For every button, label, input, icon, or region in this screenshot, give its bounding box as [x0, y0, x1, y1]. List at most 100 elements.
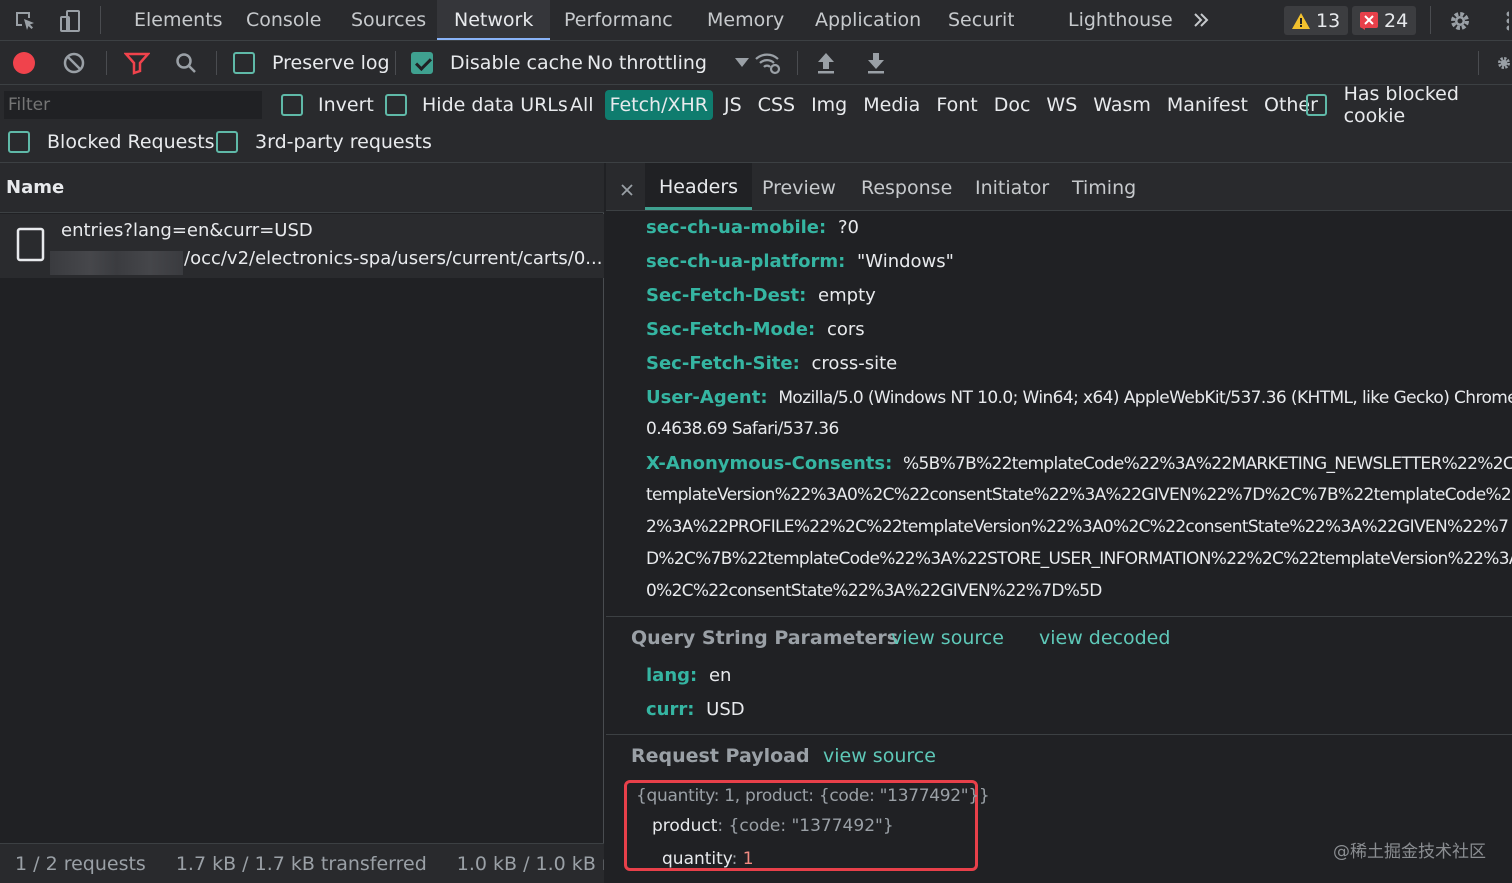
preserve-log-checkbox[interactable]: Preserve log — [233, 41, 390, 85]
payload-quantity-row[interactable]: quantity: 1 — [662, 849, 754, 869]
request-row[interactable]: entries?lang=en&curr=USD /occ/v2/electro… — [0, 214, 604, 278]
has-blocked-cookies-box[interactable] — [1306, 94, 1327, 116]
settings-gear-icon[interactable] — [1447, 8, 1473, 34]
section-divider — [606, 734, 1512, 735]
name-column-header[interactable]: Name — [0, 163, 604, 213]
type-media[interactable]: Media — [858, 90, 925, 120]
clear-icon — [62, 51, 86, 75]
invert-checkbox[interactable]: Invert — [281, 86, 374, 124]
tab-timing[interactable]: Timing — [1072, 163, 1136, 210]
tab-network[interactable]: Network — [437, 0, 551, 40]
throttling-value: No throttling — [587, 52, 707, 74]
query-param-value: en — [708, 665, 732, 686]
tab-response[interactable]: Response — [861, 163, 952, 210]
error-icon — [1360, 11, 1378, 30]
payload-product-value: {code: "1377492"} — [728, 816, 894, 836]
disable-cache-checkbox[interactable]: Disable cache — [411, 41, 583, 85]
third-party-requests-checkbox[interactable]: 3rd-party requests — [216, 123, 432, 161]
blocked-requests-box[interactable] — [8, 131, 30, 153]
network-status-bar: 1 / 2 requests 1.7 kB / 1.7 kB transferr… — [0, 843, 604, 883]
transferred-size: 1.7 kB / 1.7 kB transferred — [175, 852, 427, 875]
preserve-log-box[interactable] — [233, 52, 255, 74]
query-view-source-link[interactable]: view source — [891, 627, 1004, 649]
network-conditions-button[interactable] — [754, 41, 782, 85]
detail-tab-bar: Headers Preview Response Initiator Timin… — [606, 163, 1512, 211]
tab-memory[interactable]: Memory — [707, 0, 784, 40]
record-button[interactable] — [12, 41, 36, 85]
export-har-button[interactable] — [865, 41, 887, 85]
payload-quantity-value: 1 — [742, 849, 754, 869]
request-list-pane: Name entries?lang=en&curr=USD /occ/v2/el… — [0, 163, 604, 883]
import-har-button[interactable] — [815, 41, 837, 85]
header-row: X-Anonymous-Consents: %5B%7B%22templateC… — [646, 453, 1512, 474]
device-toolbar-icon[interactable] — [58, 8, 84, 34]
tab-headers[interactable]: Headers — [645, 163, 753, 210]
tab-elements[interactable]: Elements — [134, 0, 223, 40]
type-img[interactable]: Img — [806, 90, 852, 120]
payload-product-row[interactable]: product: {code: "1377492"} — [652, 816, 894, 836]
errors-count: 24 — [1384, 9, 1409, 32]
blocked-requests-checkbox[interactable]: Blocked Requests — [8, 123, 215, 161]
header-key: Sec-Fetch-Dest: — [646, 285, 807, 306]
hide-data-urls-box[interactable] — [385, 94, 407, 116]
request-count: 1 / 2 requests — [15, 852, 146, 875]
dropdown-arrow-icon — [734, 58, 749, 68]
network-settings-gear-icon[interactable] — [1496, 51, 1512, 75]
payload-summary[interactable]: {quantity: 1, product: {code: "1377492"}… — [636, 786, 990, 806]
header-key: sec-ch-ua-mobile: — [646, 217, 827, 238]
payload-highlight-box: {quantity: 1, product: {code: "1377492"}… — [624, 780, 990, 871]
third-party-requests-box[interactable] — [216, 131, 238, 153]
clear-button[interactable] — [62, 41, 86, 85]
type-fetch-xhr[interactable]: Fetch/XHR — [604, 90, 713, 120]
type-all[interactable]: All — [565, 90, 599, 120]
redacted-host — [50, 251, 183, 275]
filter-input[interactable] — [4, 91, 262, 119]
warnings-badge[interactable]: 13 — [1284, 6, 1349, 35]
query-param-value: USD — [706, 699, 745, 720]
chevrons-right-icon[interactable] — [1190, 9, 1212, 31]
query-params-title[interactable]: Query String Parameters — [631, 627, 898, 649]
tab-sources[interactable]: Sources — [351, 0, 426, 40]
tab-initiator[interactable]: Initiator — [975, 163, 1049, 210]
inspect-element-icon[interactable] — [12, 8, 38, 34]
resource-type-filters: All Fetch/XHR JS CSS Img Media Font Doc … — [565, 86, 1323, 124]
warnings-count: 13 — [1316, 9, 1341, 32]
has-blocked-cookies-checkbox[interactable]: Has blocked cookie — [1306, 83, 1512, 127]
invert-label: Invert — [318, 94, 374, 116]
type-font[interactable]: Font — [931, 90, 982, 120]
tab-console[interactable]: Console — [246, 0, 321, 40]
third-party-requests-label: 3rd-party requests — [255, 131, 432, 153]
watermark: @稀土掘金技术社区 — [1333, 842, 1486, 862]
tab-lighthouse[interactable]: Lighthouse — [1068, 0, 1173, 40]
tab-security[interactable]: Security — [948, 0, 1014, 40]
payload-view-source-link[interactable]: view source — [823, 745, 936, 767]
filter-toggle-button[interactable] — [124, 41, 150, 85]
type-js[interactable]: JS — [719, 90, 747, 120]
wifi-settings-icon — [754, 51, 782, 75]
close-icon[interactable] — [620, 183, 634, 197]
search-icon — [174, 51, 198, 75]
query-view-decoded-link[interactable]: view decoded — [1039, 627, 1170, 649]
disable-cache-box[interactable] — [411, 52, 433, 74]
tab-application[interactable]: Application — [815, 0, 921, 40]
tab-preview[interactable]: Preview — [762, 163, 836, 210]
header-value: empty — [818, 285, 876, 306]
request-payload-title[interactable]: Request Payload — [631, 745, 810, 767]
devtools-tab-bar: Elements Console Sources Network Perform… — [0, 0, 1512, 41]
tab-performance[interactable]: Performance — [564, 0, 672, 40]
type-doc[interactable]: Doc — [989, 90, 1036, 120]
search-button[interactable] — [174, 41, 198, 85]
invert-box[interactable] — [281, 94, 303, 116]
has-blocked-cookies-label: Has blocked cookie — [1343, 83, 1459, 127]
request-detail-pane: Headers Preview Response Initiator Timin… — [606, 163, 1512, 883]
resources-size: 1.0 kB / 1.0 kB resourc — [456, 852, 604, 875]
type-wasm[interactable]: Wasm — [1088, 90, 1156, 120]
more-menu-icon[interactable] — [1500, 8, 1512, 34]
type-manifest[interactable]: Manifest — [1162, 90, 1253, 120]
throttling-select[interactable]: No throttling — [587, 41, 749, 85]
header-key: sec-ch-ua-platform: — [646, 251, 846, 272]
errors-badge[interactable]: 24 — [1352, 6, 1417, 35]
hide-data-urls-checkbox[interactable]: Hide data URLs — [385, 86, 568, 124]
type-ws[interactable]: WS — [1041, 90, 1082, 120]
type-css[interactable]: CSS — [753, 90, 800, 120]
